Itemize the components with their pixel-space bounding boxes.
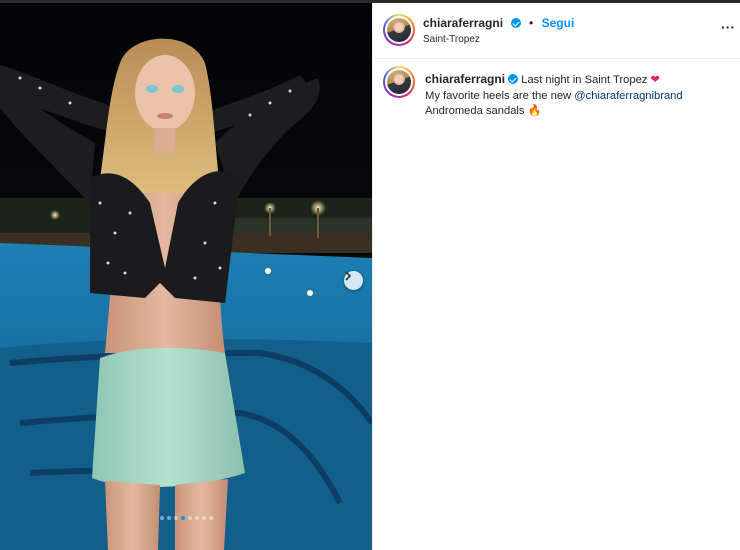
caption-text-line2: My favorite heels are the new — [425, 89, 572, 102]
caption-text-line1: Last night in Saint Tropez — [521, 74, 648, 86]
carousel-next-button[interactable] — [344, 271, 363, 290]
carousel-dot — [208, 516, 213, 520]
carousel-dot — [194, 516, 199, 520]
post-photo — [0, 3, 372, 550]
carousel-dot — [173, 516, 178, 520]
carousel-dot — [187, 516, 192, 520]
caption-text-line3: Andromeda sandals — [425, 105, 525, 117]
carousel-dot — [159, 516, 164, 520]
avatar-photo — [387, 18, 411, 42]
carousel-dot — [166, 516, 171, 520]
brand-mention-link[interactable]: @chiaraferragnibrand — [574, 90, 682, 102]
avatar-photo — [387, 70, 411, 94]
header-username[interactable]: chiaraferragni — [423, 16, 503, 30]
post-side-panel: chiaraferragni • Segui Saint-Tropez ··· … — [372, 3, 740, 550]
more-options-icon[interactable]: ··· — [721, 19, 735, 35]
carousel-dot — [201, 516, 206, 520]
post-media[interactable] — [0, 3, 372, 550]
verified-badge-icon — [508, 74, 519, 84]
caption-username[interactable]: chiaraferragni — [425, 72, 505, 86]
carousel-dot-active — [180, 516, 185, 520]
post-caption: chiaraferragni Last night in Saint Trope… — [425, 72, 737, 120]
heart-emoji-icon: ❤ — [650, 74, 660, 86]
caption-avatar[interactable] — [383, 66, 415, 98]
header-separator: • — [528, 16, 534, 30]
verified-badge-icon — [510, 18, 521, 28]
location-link[interactable]: Saint-Tropez — [423, 34, 480, 45]
post-header: chiaraferragni • Segui Saint-Tropez ··· — [373, 3, 740, 59]
fire-emoji-icon: 🔥 — [527, 105, 542, 117]
carousel-indicator — [0, 516, 372, 520]
avatar[interactable] — [383, 14, 415, 46]
chevron-right-icon — [345, 271, 352, 281]
follow-button[interactable]: Segui — [542, 16, 575, 30]
